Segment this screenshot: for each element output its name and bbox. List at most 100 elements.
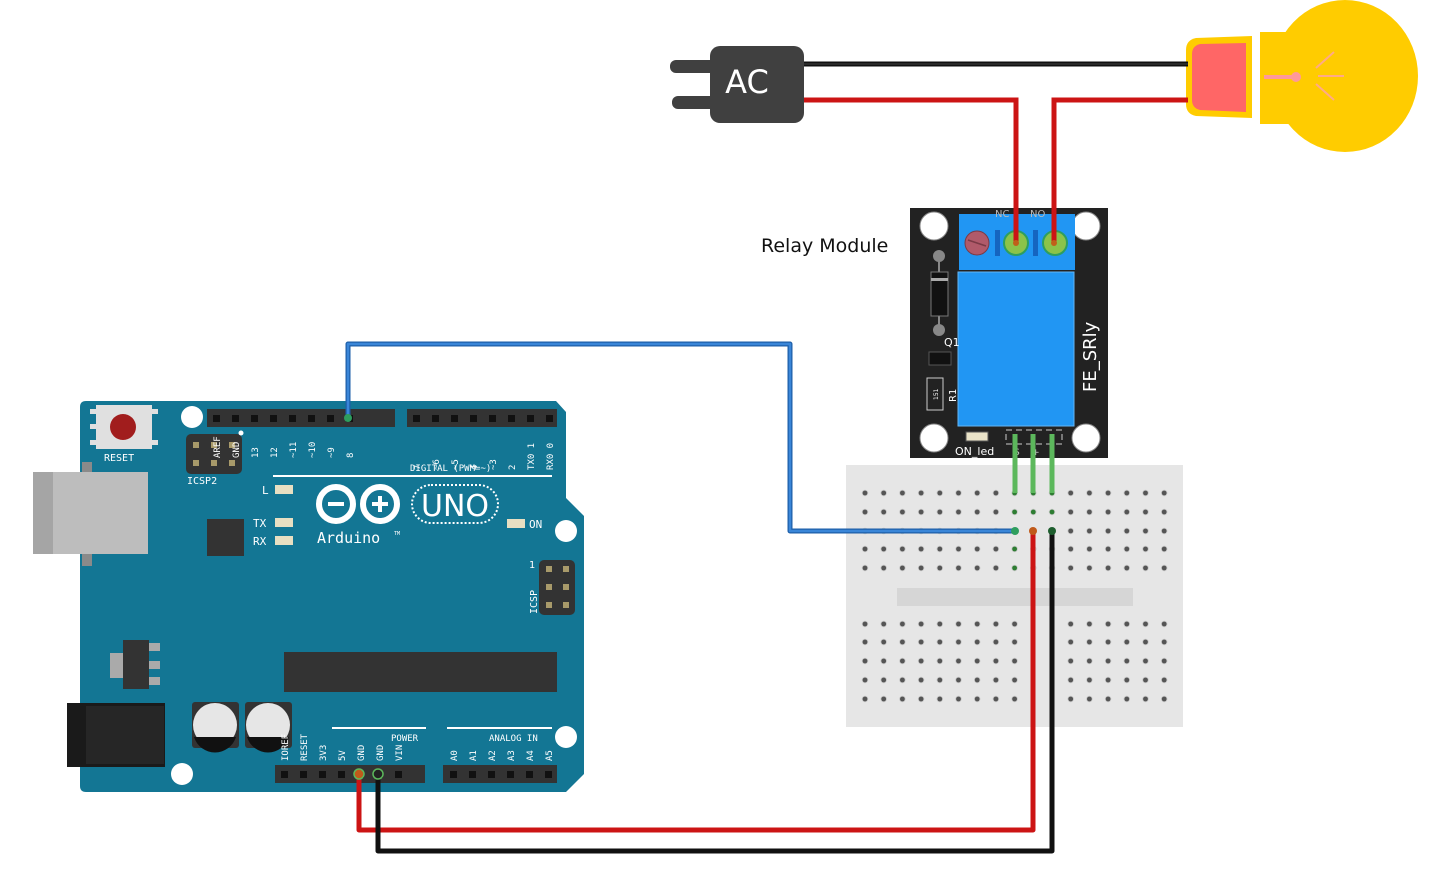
breadboard-hole[interactable] (937, 565, 943, 571)
breadboard-hole[interactable] (1068, 639, 1074, 645)
breadboard-hole[interactable] (881, 658, 887, 664)
breadboard-hole[interactable] (1124, 490, 1130, 496)
breadboard-hole[interactable] (956, 565, 961, 571)
breadboard-hole[interactable] (900, 509, 905, 515)
power-pin-reset[interactable] (300, 771, 307, 778)
breadboard-hole[interactable] (1012, 677, 1017, 683)
breadboard-hole[interactable] (937, 639, 943, 645)
breadboard-hole[interactable] (881, 639, 887, 645)
breadboard-hole[interactable] (1068, 490, 1074, 496)
digital-pin-12[interactable] (270, 415, 277, 422)
digital-pin-2[interactable] (508, 415, 515, 422)
breadboard-hole[interactable] (900, 677, 905, 683)
breadboard-hole[interactable] (1124, 639, 1130, 645)
breadboard-hole[interactable] (937, 677, 943, 683)
breadboard-hole[interactable] (1161, 621, 1167, 627)
breadboard-hole[interactable] (1012, 621, 1017, 627)
breadboard-hole[interactable] (900, 546, 905, 552)
breadboard-hole[interactable] (881, 490, 887, 496)
analog-pin-a0[interactable] (450, 771, 457, 778)
breadboard-hole[interactable] (1105, 696, 1111, 702)
breadboard-hole[interactable] (881, 696, 887, 702)
digital-pin-9[interactable] (327, 415, 334, 422)
breadboard-hole[interactable] (1105, 528, 1111, 534)
breadboard-hole[interactable] (993, 639, 999, 645)
breadboard-hole[interactable] (881, 621, 887, 627)
analog-pin-a4[interactable] (526, 771, 533, 778)
breadboard-hole[interactable] (1068, 677, 1074, 683)
breadboard-hole[interactable] (956, 621, 961, 627)
breadboard-hole[interactable] (956, 639, 961, 645)
breadboard-hole[interactable] (862, 696, 868, 702)
digital-pin-11[interactable] (289, 415, 296, 422)
digital-pin-RX0-0[interactable] (546, 415, 553, 422)
breadboard-hole[interactable] (937, 546, 943, 552)
breadboard-hole[interactable] (1087, 639, 1092, 645)
breadboard-hole[interactable] (918, 658, 924, 664)
breadboard-hole[interactable] (1161, 509, 1167, 515)
breadboard-hole[interactable] (900, 565, 905, 571)
breadboard-hole[interactable] (1068, 546, 1074, 552)
breadboard-hole[interactable] (974, 509, 980, 515)
breadboard-hole[interactable] (862, 509, 868, 515)
breadboard-hole[interactable] (1143, 528, 1148, 534)
breadboard-hole[interactable] (1124, 677, 1130, 683)
breadboard-hole[interactable] (1124, 509, 1130, 515)
breadboard-hole[interactable] (1143, 639, 1148, 645)
breadboard-hole[interactable] (993, 509, 999, 515)
breadboard-hole[interactable] (918, 490, 924, 496)
reset-button[interactable] (110, 414, 136, 440)
breadboard-hole[interactable] (1143, 509, 1148, 515)
breadboard-hole[interactable] (1161, 696, 1167, 702)
breadboard-hole[interactable] (937, 490, 943, 496)
breadboard-hole[interactable] (1105, 658, 1111, 664)
breadboard-hole[interactable] (937, 696, 943, 702)
breadboard-hole[interactable] (1161, 546, 1167, 552)
breadboard-hole[interactable] (918, 509, 924, 515)
breadboard-hole[interactable] (1087, 565, 1092, 571)
breadboard-hole[interactable] (956, 658, 961, 664)
breadboard-hole[interactable] (1087, 490, 1092, 496)
breadboard-hole[interactable] (1068, 565, 1074, 571)
breadboard-hole[interactable] (993, 565, 999, 571)
digital-pin-5[interactable] (451, 415, 458, 422)
breadboard-hole[interactable] (1068, 621, 1074, 627)
breadboard-hole[interactable] (1068, 509, 1074, 515)
breadboard-hole[interactable] (881, 677, 887, 683)
breadboard-hole[interactable] (1124, 565, 1130, 571)
breadboard-hole[interactable] (900, 639, 905, 645)
breadboard-hole[interactable] (1161, 490, 1167, 496)
analog-pin-a3[interactable] (507, 771, 514, 778)
breadboard-hole[interactable] (1105, 546, 1111, 552)
breadboard-hole[interactable] (993, 658, 999, 664)
breadboard-hole[interactable] (1012, 639, 1017, 645)
breadboard-hole[interactable] (1143, 621, 1148, 627)
power-pin-vin[interactable] (395, 771, 402, 778)
breadboard-hole[interactable] (956, 696, 961, 702)
breadboard-hole[interactable] (862, 490, 868, 496)
breadboard-hole[interactable] (974, 546, 980, 552)
breadboard-hole[interactable] (881, 565, 887, 571)
breadboard-hole[interactable] (956, 546, 961, 552)
breadboard-hole[interactable] (1105, 490, 1111, 496)
digital-pin-7[interactable] (413, 415, 420, 422)
breadboard-hole[interactable] (937, 509, 943, 515)
breadboard-hole[interactable] (974, 490, 980, 496)
breadboard-hole[interactable] (1124, 658, 1130, 664)
breadboard-hole[interactable] (956, 677, 961, 683)
breadboard-hole[interactable] (993, 490, 999, 496)
digital-pin-3[interactable] (489, 415, 496, 422)
breadboard-hole[interactable] (1068, 696, 1074, 702)
breadboard-hole[interactable] (900, 621, 905, 627)
breadboard-hole[interactable] (1012, 509, 1017, 515)
breadboard-hole[interactable] (1143, 565, 1148, 571)
breadboard-hole[interactable] (1087, 621, 1092, 627)
breadboard-hole[interactable] (974, 565, 980, 571)
breadboard-hole[interactable] (862, 621, 868, 627)
breadboard-hole[interactable] (974, 639, 980, 645)
breadboard-hole[interactable] (1143, 696, 1148, 702)
analog-pin-a5[interactable] (545, 771, 552, 778)
breadboard-hole[interactable] (918, 565, 924, 571)
power-pin-ioref[interactable] (281, 771, 288, 778)
breadboard-hole[interactable] (956, 509, 961, 515)
